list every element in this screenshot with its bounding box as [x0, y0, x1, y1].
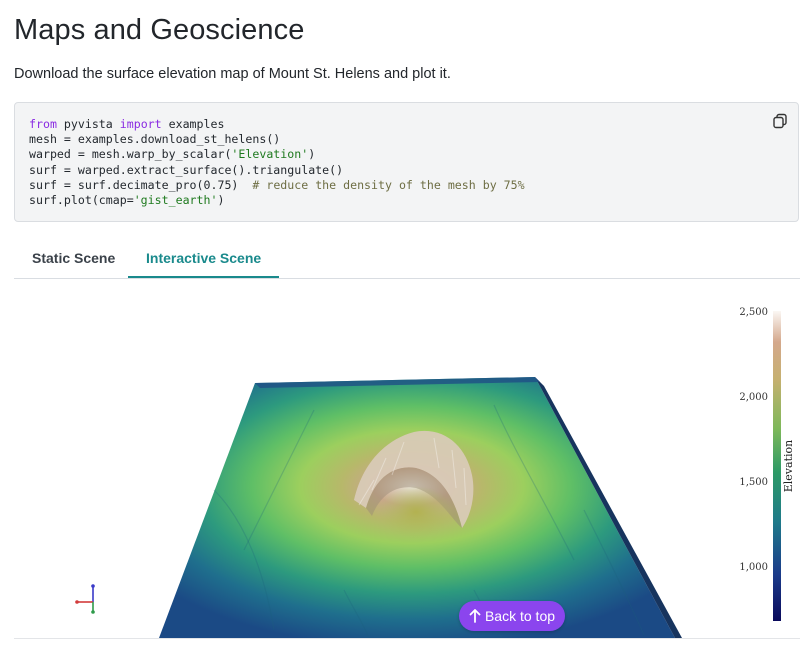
code-text: warped = mesh.warp_by_scalar( [29, 147, 232, 162]
scene-tabs: Static Scene Interactive Scene [14, 240, 800, 279]
code-string: 'Elevation' [231, 147, 309, 162]
back-to-top-label: Back to top [484, 608, 556, 624]
colorbar-tick: 2,500 [739, 307, 768, 318]
colorbar-tick: 1,000 [739, 562, 768, 573]
arrow-up-icon [469, 609, 481, 623]
code-comment: # reduce the density of the mesh by 75% [252, 177, 525, 192]
copy-icon [773, 113, 787, 129]
interactive-3d-scene[interactable]: 2,500 2,000 1,500 1,000 Elevation [14, 290, 800, 638]
back-to-top-button[interactable]: Back to top [459, 601, 565, 631]
code-text: ) [308, 147, 316, 162]
page-title: Maps and Geoscience [14, 14, 305, 46]
divider [14, 638, 800, 639]
code-text: surf.plot(cmap= [29, 193, 134, 208]
orientation-axes[interactable] [75, 584, 95, 614]
code-keyword: import [119, 117, 162, 131]
code-text: examples [161, 117, 225, 131]
colorbar-title: Elevation [782, 440, 795, 492]
code-content[interactable]: from pyvista import examples mesh = exam… [29, 117, 525, 208]
code-keyword: from [29, 117, 57, 131]
colorbar-tick: 1,500 [739, 477, 768, 488]
copy-button[interactable] [772, 113, 788, 129]
code-block[interactable]: from pyvista import examples mesh = exam… [14, 102, 799, 222]
terrain-render[interactable]: 2,500 2,000 1,500 1,000 Elevation [14, 290, 800, 638]
code-line: surf = warped.extract_surface().triangul… [29, 162, 344, 177]
terrain-surface [159, 377, 682, 638]
code-string: 'gist_earth' [133, 193, 218, 208]
tab-interactive-scene[interactable]: Interactive Scene [128, 240, 280, 278]
code-text: ) [217, 193, 225, 208]
code-text: pyvista [56, 117, 120, 131]
tab-static-scene[interactable]: Static Scene [14, 240, 133, 277]
colorbar: 2,500 2,000 1,500 1,000 Elevation [739, 307, 795, 621]
intro-text: Download the surface elevation map of Mo… [14, 66, 451, 82]
code-line: mesh = examples.download_st_helens() [29, 132, 281, 147]
colorbar-gradient [773, 311, 781, 621]
code-text: surf = surf.decimate_pro(0.75) [29, 177, 253, 192]
colorbar-tick: 2,000 [739, 392, 768, 403]
